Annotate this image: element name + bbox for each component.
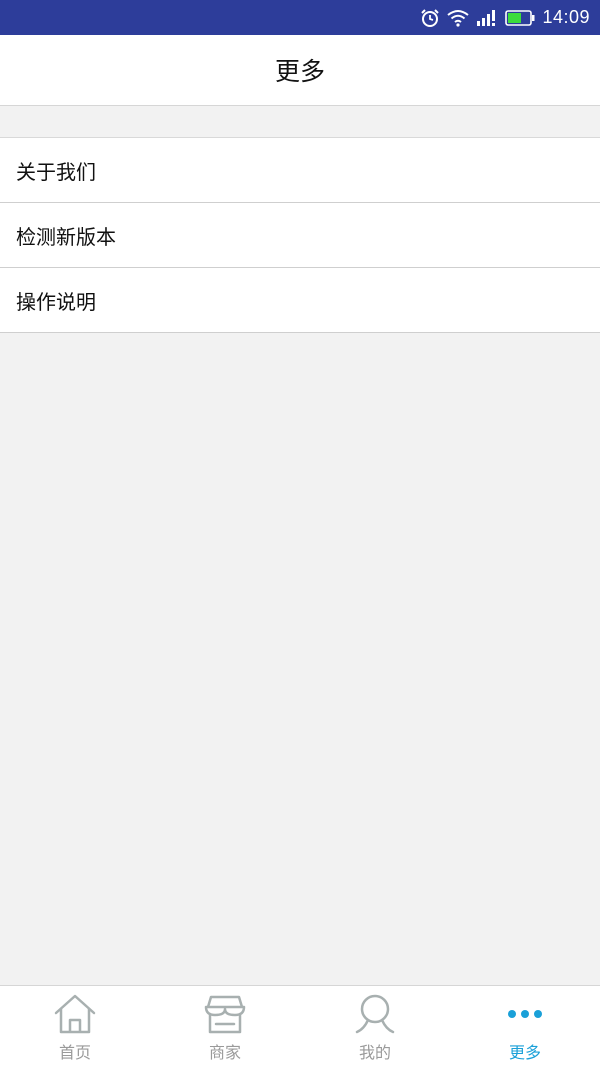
- tab-label: 更多: [508, 1043, 541, 1062]
- menu-item-about-us[interactable]: 关于我们: [0, 138, 600, 203]
- more-dots-icon: [502, 993, 548, 1035]
- home-icon: [52, 993, 98, 1035]
- menu-item-label: 关于我们: [16, 159, 96, 184]
- tab-more[interactable]: 更多: [450, 986, 600, 1068]
- tab-label: 商家: [208, 1043, 241, 1062]
- status-time: 14:09: [542, 7, 590, 27]
- menu-item-instructions[interactable]: 操作说明: [0, 268, 600, 333]
- menu-item-label: 检测新版本: [16, 224, 116, 249]
- store-icon: [202, 993, 248, 1035]
- tab-label: 我的: [358, 1043, 391, 1062]
- header: 更多: [0, 35, 600, 106]
- bottom-tab-bar: 首页 商家 我的 更多: [0, 985, 600, 1068]
- battery-icon: [505, 9, 535, 26]
- page-title: 更多: [274, 57, 325, 86]
- tab-label: 首页: [58, 1043, 91, 1062]
- tab-store[interactable]: 商家: [150, 986, 300, 1068]
- wifi-icon: [447, 9, 470, 27]
- alarm-icon: [420, 8, 440, 28]
- tab-home[interactable]: 首页: [0, 986, 150, 1068]
- status-bar: 14:09: [0, 0, 600, 35]
- user-icon: [352, 993, 398, 1035]
- menu-item-check-update[interactable]: 检测新版本: [0, 203, 600, 268]
- menu-item-label: 操作说明: [16, 289, 96, 314]
- signal-icon: [476, 9, 498, 27]
- tab-mine[interactable]: 我的: [300, 986, 450, 1068]
- menu-list: 关于我们 检测新版本 操作说明: [0, 137, 600, 333]
